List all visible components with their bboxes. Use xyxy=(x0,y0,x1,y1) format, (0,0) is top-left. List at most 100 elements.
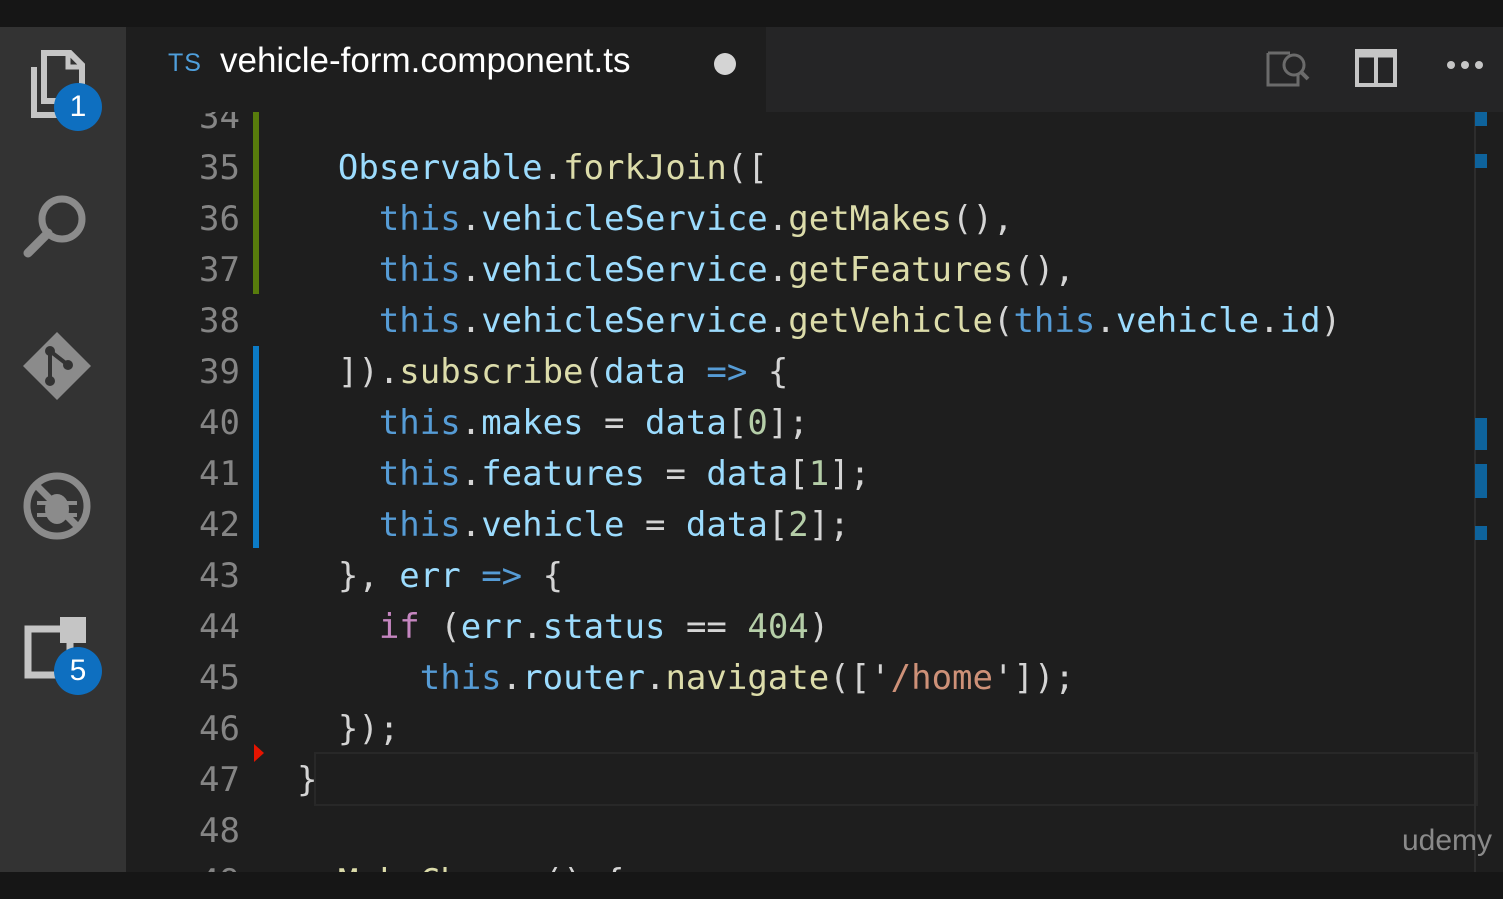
search-button[interactable] xyxy=(20,187,94,261)
code-line[interactable]: 35 Observable.forkJoin([ xyxy=(126,143,1476,193)
code-token: subscribe xyxy=(399,352,584,392)
line-number: 47 xyxy=(199,760,240,800)
code-token: => xyxy=(481,556,523,596)
line-number: 38 xyxy=(199,301,240,341)
code-token: this xyxy=(378,301,461,341)
more-actions-button[interactable] xyxy=(1441,43,1491,93)
code-token: getMakes xyxy=(788,199,953,239)
code-token: . xyxy=(767,250,789,290)
code-token: data xyxy=(604,352,686,392)
code-token: /home xyxy=(890,658,993,698)
code-token: this xyxy=(1013,301,1096,341)
code-text: if (err.status == 404) xyxy=(256,602,829,652)
code-token: [ xyxy=(767,505,789,545)
code-token: ]; xyxy=(767,403,809,443)
code-token: 1 xyxy=(808,454,830,494)
code-line[interactable]: 37 this.vehicleService.getFeatures(), xyxy=(126,245,1476,295)
code-token: . xyxy=(460,250,482,290)
code-text: this.makes = data[0]; xyxy=(256,398,809,448)
line-number: 41 xyxy=(199,454,240,494)
code-token: this xyxy=(378,250,461,290)
code-token: == xyxy=(665,607,748,647)
code-token: data xyxy=(644,403,727,443)
code-token: = xyxy=(624,505,686,545)
code-token: this xyxy=(378,505,461,545)
code-line[interactable]: 45 this.router.navigate(['/home']); xyxy=(126,653,1476,703)
code-line[interactable]: 41 this.features = data[1]; xyxy=(126,449,1476,499)
code-token: router xyxy=(522,658,645,698)
search-icon xyxy=(23,195,86,258)
code-line[interactable]: 39 ]).subscribe(data => { xyxy=(126,347,1476,397)
code-token: id xyxy=(1279,301,1321,341)
code-token: vehicleService xyxy=(481,250,768,290)
explorer-button[interactable]: 1 xyxy=(20,45,102,131)
code-text: this.vehicleService.getFeatures(), xyxy=(256,245,1075,295)
code-editor[interactable]: 34 35 Observable.forkJoin([ 36 this.vehic… xyxy=(126,112,1503,872)
code-line[interactable]: 49 onMakeChange() { xyxy=(126,857,1476,872)
code-text: this.router.navigate(['/home']); xyxy=(256,653,1075,703)
code-line[interactable]: 40 this.makes = data[0]; xyxy=(126,398,1476,448)
explorer-badge: 1 xyxy=(54,83,102,131)
code-token: . xyxy=(644,658,666,698)
udemy-watermark: udemy xyxy=(1402,824,1493,857)
debug-button[interactable] xyxy=(20,469,94,543)
code-token: Observable xyxy=(337,148,543,188)
source-control-button[interactable] xyxy=(20,329,94,403)
code-text: this.vehicleService.getMakes(), xyxy=(256,194,1014,244)
code-text: this.vehicle = data[2]; xyxy=(256,500,850,550)
line-number: 46 xyxy=(199,709,240,749)
extensions-button[interactable]: 5 xyxy=(20,609,102,695)
code-token: = xyxy=(583,403,645,443)
code-text: }, err => { xyxy=(256,551,563,601)
open-preview-button[interactable] xyxy=(1262,43,1312,93)
code-text: this.vehicleService.getVehicle(this.vehi… xyxy=(256,296,1341,346)
more-actions-icon xyxy=(1447,61,1483,69)
editor-tab-strip: TS vehicle-form.component.ts xyxy=(126,27,1503,112)
code-line[interactable]: 36 this.vehicleService.getMakes(), xyxy=(126,194,1476,244)
code-token: ( xyxy=(419,607,461,647)
code-token: . xyxy=(1095,301,1116,341)
code-token: ]; xyxy=(829,454,871,494)
code-line[interactable]: 46 }); xyxy=(126,704,1476,754)
split-editor-icon xyxy=(1355,49,1397,87)
code-token: if xyxy=(378,607,420,647)
code-token: (), xyxy=(1013,250,1075,290)
line-number: 39 xyxy=(199,352,240,392)
code-token: } xyxy=(256,760,318,800)
code-line[interactable]: 44 if (err.status == 404) xyxy=(126,602,1476,652)
line-number: 34 xyxy=(199,112,240,137)
overview-ruler-mark xyxy=(1475,526,1487,540)
code-token: 0 xyxy=(747,403,768,443)
code-line[interactable]: 34 xyxy=(126,112,1476,142)
code-token: 2 xyxy=(788,505,809,545)
code-token: forkJoin xyxy=(563,148,727,188)
unsaved-dot-icon[interactable] xyxy=(714,53,736,75)
code-line[interactable]: 42 this.vehicle = data[2]; xyxy=(126,500,1476,550)
code-token: . xyxy=(460,199,482,239)
code-line[interactable]: 38 this.vehicleService.getVehicle(this.v… xyxy=(126,296,1476,346)
editor-tab[interactable]: TS vehicle-form.component.ts xyxy=(126,27,766,112)
code-token: err xyxy=(460,607,523,647)
split-editor-button[interactable] xyxy=(1351,43,1401,93)
window-top-edge xyxy=(0,0,1503,27)
code-token: ([ xyxy=(726,148,789,188)
tab-filename: vehicle-form.component.ts xyxy=(220,41,631,80)
code-line[interactable]: 47 } xyxy=(126,755,1476,805)
typescript-file-icon: TS xyxy=(168,49,202,77)
code-token: { xyxy=(747,352,789,392)
code-line[interactable]: 48 xyxy=(126,806,1476,856)
code-text: Observable.forkJoin([ xyxy=(256,143,788,193)
debug-icon xyxy=(23,472,91,540)
code-token: { xyxy=(522,556,564,596)
git-icon xyxy=(23,332,91,400)
code-token: ]). xyxy=(256,352,400,392)
code-line[interactable]: 43 }, err => { xyxy=(126,551,1476,601)
code-token: . xyxy=(522,607,543,647)
